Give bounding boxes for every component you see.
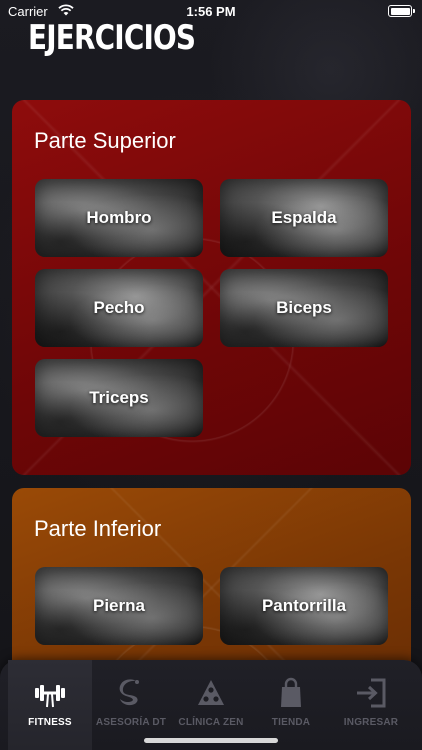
page-title: EJERCICIOS bbox=[28, 18, 196, 58]
section-title: Parte Inferior bbox=[34, 516, 162, 541]
tab-ingresar[interactable]: INGRESAR bbox=[329, 660, 413, 750]
tab-label: TIENDA bbox=[271, 717, 311, 728]
shopping-bag-icon bbox=[281, 677, 301, 707]
section-title: Parte Superior bbox=[34, 128, 176, 153]
exercise-card-pierna[interactable]: Pierna bbox=[35, 567, 203, 645]
lotus-icon bbox=[198, 680, 224, 705]
exercise-card-label: Pantorrilla bbox=[261, 596, 347, 615]
dumbbell-icon bbox=[35, 685, 65, 708]
tab-label: CLÍNICA ZEN bbox=[178, 717, 244, 728]
exercise-card-label: Hombro bbox=[86, 208, 152, 227]
exercise-card-hombro[interactable]: Hombro bbox=[35, 179, 203, 257]
exercise-card-pecho[interactable]: Pecho bbox=[35, 269, 203, 347]
section-upper-body: Parte Superior Hombro Espalda Pecho Bice… bbox=[12, 100, 411, 475]
exercise-card-pantorrilla[interactable]: Pantorrilla bbox=[220, 567, 388, 645]
exercise-card-triceps[interactable]: Triceps bbox=[35, 359, 203, 437]
tab-label: FITNESS bbox=[28, 717, 72, 728]
home-indicator[interactable] bbox=[144, 738, 278, 743]
section-lower-body: Parte Inferior Pierna Pantorrilla bbox=[12, 488, 411, 688]
tab-tienda[interactable]: TIENDA bbox=[249, 660, 333, 750]
tab-bar: FITNESS ASESORÍA DT CLÍNICA ZEN TIENDA I… bbox=[0, 660, 422, 750]
exercise-card-label: Pierna bbox=[93, 596, 145, 615]
tab-asesoria-dt[interactable]: ASESORÍA DT bbox=[89, 660, 173, 750]
tab-label: INGRESAR bbox=[343, 717, 399, 728]
clock-time: 1:56 PM bbox=[186, 4, 236, 19]
dragon-icon bbox=[119, 679, 139, 706]
exercise-card-label: Pecho bbox=[93, 298, 145, 317]
tab-clinica-zen[interactable]: CLÍNICA ZEN bbox=[169, 660, 253, 750]
exercise-card-espalda[interactable]: Espalda bbox=[220, 179, 388, 257]
exercise-card-label: Espalda bbox=[271, 208, 337, 227]
tab-fitness[interactable]: FITNESS bbox=[8, 660, 92, 750]
exercise-card-label: Biceps bbox=[276, 298, 332, 317]
login-icon bbox=[357, 678, 386, 708]
exercise-card-label: Triceps bbox=[89, 388, 149, 407]
exercise-card-biceps[interactable]: Biceps bbox=[220, 269, 388, 347]
tab-label: ASESORÍA DT bbox=[95, 717, 167, 728]
battery-icon bbox=[388, 5, 415, 17]
